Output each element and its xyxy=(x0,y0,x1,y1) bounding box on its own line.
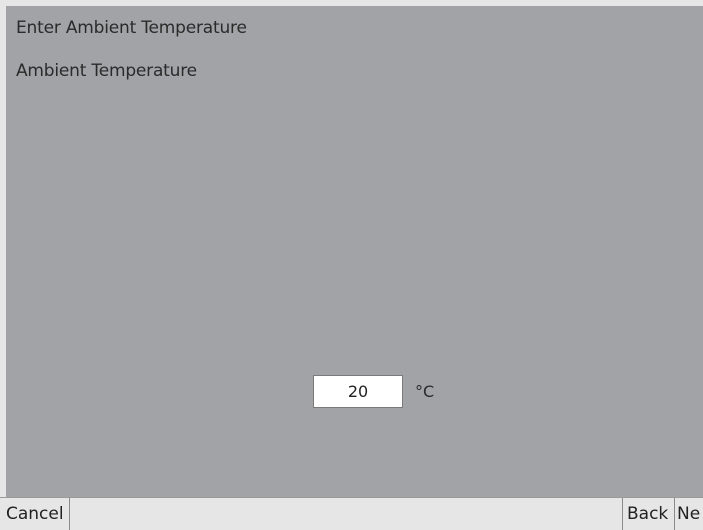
ambient-temperature-label: Ambient Temperature xyxy=(16,61,197,81)
bottom-button-bar: Cancel Back Ne xyxy=(0,497,703,530)
temperature-unit-label: °C xyxy=(415,382,435,401)
temperature-input[interactable] xyxy=(313,375,403,408)
cancel-button[interactable]: Cancel xyxy=(0,498,70,530)
page-title: Enter Ambient Temperature xyxy=(16,18,247,38)
next-button[interactable]: Ne xyxy=(675,498,703,530)
wizard-screen: Enter Ambient Temperature Ambient Temper… xyxy=(0,0,703,530)
back-button[interactable]: Back xyxy=(622,498,675,530)
content-panel: Enter Ambient Temperature Ambient Temper… xyxy=(6,6,703,497)
